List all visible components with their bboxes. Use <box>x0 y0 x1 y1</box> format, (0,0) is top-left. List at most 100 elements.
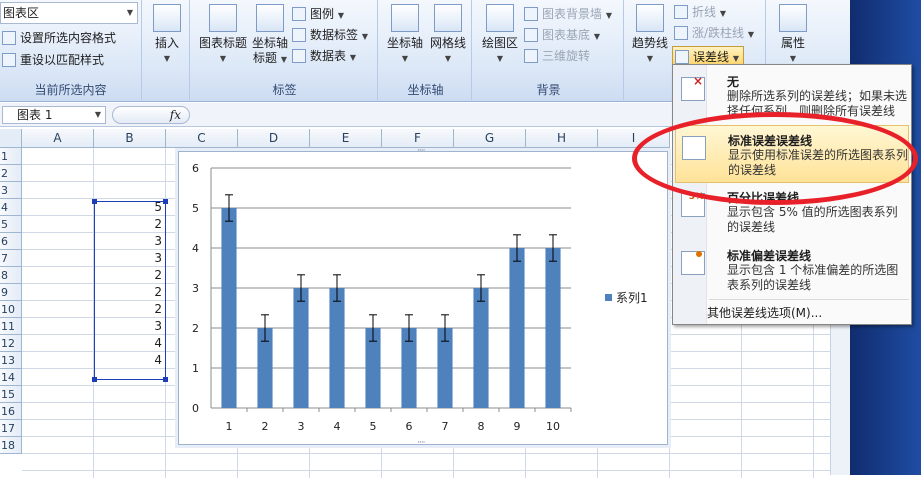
chevron-down-icon: ▼ <box>719 9 726 18</box>
chart-element-value: 图表区 <box>3 6 40 20</box>
properties-button[interactable]: 属性 ▼ <box>774 4 812 66</box>
chart-title-icon <box>209 4 237 32</box>
row-header[interactable]: 7 <box>0 250 22 267</box>
name-box[interactable]: 图表 1 ▼ <box>2 106 106 124</box>
chevron-down-icon: ▼ <box>732 54 739 63</box>
menu-item-title: 无 <box>727 75 740 89</box>
data-labels-button[interactable]: 数据标签 ▼ <box>290 25 368 45</box>
gridlines-icon <box>434 4 462 32</box>
trendline-button[interactable]: 趋势线 ▼ <box>628 4 672 66</box>
chart-wall-button[interactable]: 图表背景墙 ▼ <box>522 4 612 24</box>
data-table-icon <box>292 49 306 63</box>
row-header[interactable]: 13 <box>0 352 22 369</box>
y-tick-label: 4 <box>192 242 199 255</box>
row-header[interactable]: 9 <box>0 284 22 301</box>
insert-group: 插入 ▼ <box>144 0 190 100</box>
column-header-d[interactable]: D <box>238 129 310 148</box>
column-header-h[interactable]: H <box>526 129 598 148</box>
chevron-down-icon: ▼ <box>444 54 452 63</box>
resize-handle-bottom[interactable]: ···· <box>417 438 426 448</box>
row-header[interactable]: 4 <box>0 199 22 216</box>
format-selection-button[interactable]: 设置所选内容格式 <box>0 28 116 48</box>
legend-label: 图例 <box>310 7 335 21</box>
function-button[interactable]: fx <box>112 106 190 124</box>
more-error-bar-options[interactable]: 其他误差线选项(M)... <box>707 304 822 321</box>
plot-area-button[interactable]: 绘图区 ▼ <box>478 4 522 66</box>
row-header[interactable]: 5 <box>0 216 22 233</box>
name-box-value: 图表 1 <box>17 108 53 122</box>
row-header[interactable]: 2 <box>0 165 22 182</box>
legend-icon <box>292 7 306 21</box>
row-header[interactable]: 8 <box>0 267 22 284</box>
column-header-c[interactable]: C <box>166 129 238 148</box>
chevron-down-icon: ▼ <box>496 54 504 63</box>
plot-area-label: 绘图区 <box>481 36 518 50</box>
range-handle[interactable] <box>163 199 168 204</box>
group-label-current-selection: 当前所选内容 <box>34 83 107 97</box>
error-bars-button[interactable]: 误差线 ▼ <box>672 46 744 66</box>
gridlines-label: 网格线 <box>429 36 466 50</box>
column-header-g[interactable]: G <box>454 129 526 148</box>
row-header[interactable]: 1 <box>0 148 22 165</box>
select-all-corner[interactable] <box>0 129 22 148</box>
y-tick-label: 6 <box>192 162 199 175</box>
rotation-3d-button[interactable]: 三维旋转 <box>522 46 590 66</box>
chevron-down-icon: ▼ <box>337 11 344 20</box>
trendline-label: 趋势线 <box>631 36 668 50</box>
selected-range <box>92 199 168 382</box>
row-header[interactable]: 18 <box>0 437 22 454</box>
menu-separator <box>709 299 909 300</box>
menu-item-desc: 显示包含 5% 值的所选图表系列的误差线 <box>727 205 898 234</box>
axes-button[interactable]: 坐标轴 ▼ <box>384 4 426 66</box>
x-tick-label: 9 <box>514 420 521 433</box>
axis-titles-label-2: 标题 <box>253 51 278 65</box>
row-header[interactable]: 11 <box>0 318 22 335</box>
bar-chart: 0 1 2 3 4 5 6 1 2 3 4 5 6 7 8 9 10 系列1 <box>192 162 648 433</box>
rotation-3d-icon <box>524 49 538 63</box>
fx-icon: fx <box>169 108 181 122</box>
row-header[interactable]: 3 <box>0 182 22 199</box>
y-tick-label: 0 <box>192 402 199 415</box>
row-header[interactable]: 16 <box>0 403 22 420</box>
row-header[interactable]: 6 <box>0 233 22 250</box>
chart-area[interactable]: 0 1 2 3 4 5 6 1 2 3 4 5 6 7 8 9 10 系列1 ···· ···· <box>178 146 668 448</box>
chart-floor-button[interactable]: 图表基底 ▼ <box>522 25 600 45</box>
trendline-icon <box>636 4 664 32</box>
column-header-e[interactable]: E <box>310 129 382 148</box>
column-header-a[interactable]: A <box>22 129 94 148</box>
labels-group: 图表标题 ▼ 坐标轴 标题 ▼ 图例 ▼ 数据标签 ▼ 数据表 ▼ 标签 <box>192 0 378 100</box>
data-table-button[interactable]: 数据表 ▼ <box>290 46 356 66</box>
axis-titles-button[interactable]: 坐标轴 标题 ▼ <box>250 4 290 67</box>
chart-title-label: 图表标题 <box>198 36 247 50</box>
row-header[interactable]: 14 <box>0 369 22 386</box>
range-handle[interactable] <box>163 377 168 382</box>
up-down-bars-button[interactable]: 涨/跌柱线 ▼ <box>672 23 754 43</box>
bar <box>473 288 489 408</box>
insert-button[interactable]: 插入 ▼ <box>152 4 182 66</box>
range-handle[interactable] <box>92 377 97 382</box>
legend-button[interactable]: 图例 ▼ <box>290 4 344 24</box>
chart-wall-icon <box>524 7 538 21</box>
reset-style-button[interactable]: 重设以匹配样式 <box>0 50 104 70</box>
bar <box>221 208 237 408</box>
chart-wall-label: 图表背景墙 <box>542 7 603 21</box>
chart-element-dropdown[interactable]: 图表区 ▼ <box>0 2 138 24</box>
bar <box>293 288 309 408</box>
row-header[interactable]: 10 <box>0 301 22 318</box>
chart-title-button[interactable]: 图表标题 ▼ <box>196 4 250 66</box>
row-header[interactable]: 12 <box>0 335 22 352</box>
gridlines-button[interactable]: 网格线 ▼ <box>427 4 469 66</box>
row-header[interactable]: 15 <box>0 386 22 403</box>
chart-floor-icon <box>524 28 538 42</box>
resize-handle-top[interactable]: ···· <box>417 146 426 156</box>
column-header-b[interactable]: B <box>94 129 166 148</box>
data-labels-label: 数据标签 <box>310 28 359 42</box>
row-header[interactable]: 17 <box>0 420 22 437</box>
range-handle[interactable] <box>92 199 97 204</box>
y-tick-label: 1 <box>192 362 199 375</box>
lines-button[interactable]: 折线 ▼ <box>672 2 726 22</box>
reset-style-label: 重设以匹配样式 <box>20 53 105 67</box>
menu-item-title: 标准偏差误差线 <box>727 249 812 263</box>
menu-item-desc: 显示包含 1 个标准偏差的所选图表系列的误差线 <box>727 263 899 292</box>
menu-item-standard-deviation[interactable]: 标准偏差误差线 显示包含 1 个标准偏差的所选图表系列的误差线 <box>675 241 909 299</box>
